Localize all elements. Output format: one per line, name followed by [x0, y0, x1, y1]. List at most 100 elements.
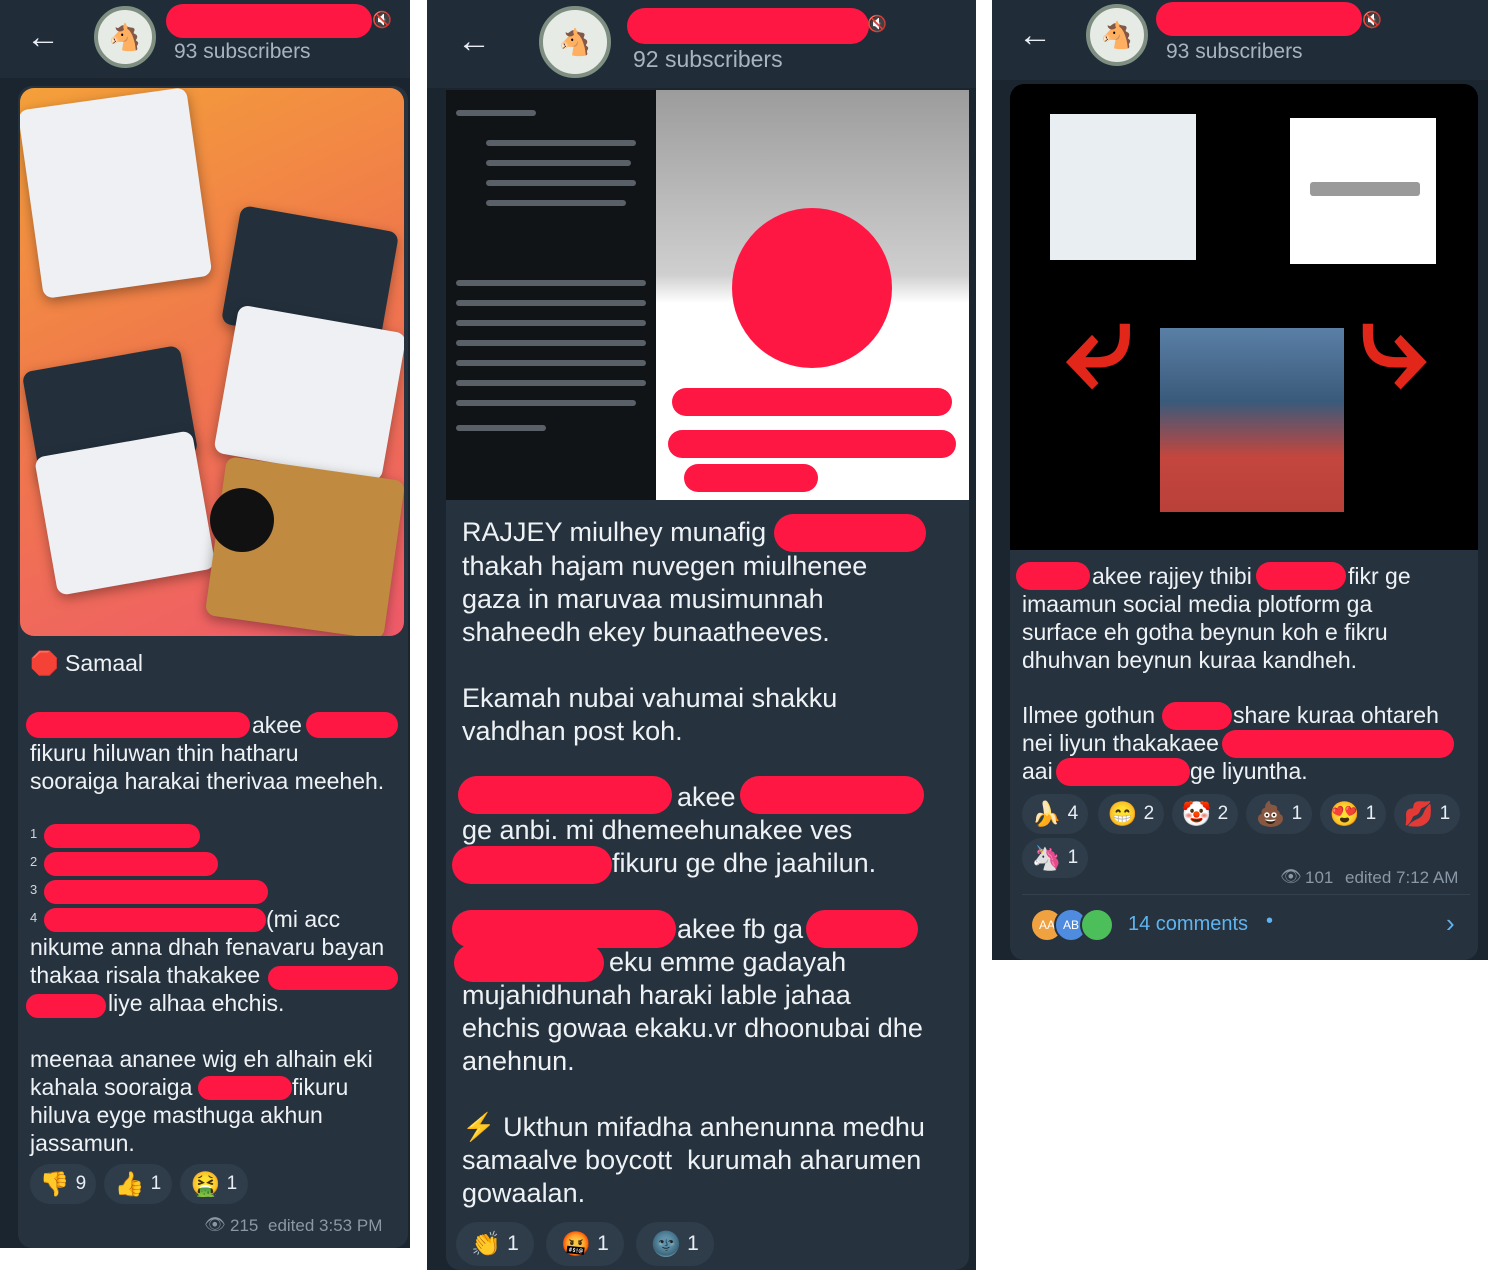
redacted-text	[458, 776, 672, 814]
blurred-text	[456, 320, 646, 326]
reaction-heart-eyes[interactable]: 😍 1	[1320, 794, 1386, 834]
post-line: akee rajjey thibi	[1092, 563, 1252, 589]
post-line: aai	[1022, 758, 1053, 784]
back-arrow-icon[interactable]: ←	[457, 24, 491, 58]
blurred-text	[456, 400, 636, 406]
post-line: nikume anna dhah fenavaru bayan	[30, 934, 385, 960]
redacted-text	[774, 514, 926, 552]
back-arrow-icon[interactable]: ←	[26, 20, 60, 54]
post-line: kahala sooraiga	[30, 1074, 193, 1100]
redacted-text	[1016, 562, 1090, 590]
post-line: mujahidhunah haraki lable jahaa	[462, 980, 851, 1010]
reaction-unicorn[interactable]: 🦄 1	[1022, 838, 1088, 878]
redacted-text	[740, 776, 924, 814]
blurred-text	[456, 300, 646, 306]
comments-bar[interactable]: AA AB 14 comments • ›	[1022, 900, 1470, 952]
redacted-channel-name	[1156, 2, 1362, 36]
chevron-right-icon[interactable]: ›	[1446, 908, 1455, 939]
post-line: shaheedh ekey bunaatheeves.	[462, 617, 830, 647]
list-number: 1	[30, 826, 38, 841]
channel-avatar[interactable]: 🐴	[1086, 4, 1148, 66]
redacted-list-item	[44, 852, 218, 876]
reaction-cursing[interactable]: 🤬 1	[546, 1222, 624, 1266]
post-line: liye alhaa ehchis.	[108, 990, 285, 1016]
reaction-nauseated[interactable]: 🤮 1	[180, 1164, 248, 1204]
lightning-icon: ⚡	[462, 1112, 496, 1142]
redacted-text	[1222, 730, 1454, 758]
blurred-text	[486, 180, 636, 186]
channel-header: ← 🐴 🔇 93 subscribers	[0, 0, 410, 78]
grinning-face-icon: 😁	[1107, 800, 1138, 828]
reaction-new-moon[interactable]: 🌚 1	[636, 1222, 714, 1266]
post-line: akee	[677, 782, 736, 812]
reaction-banana[interactable]: 🍌 4	[1022, 794, 1088, 834]
redacted-text	[306, 712, 398, 738]
post-line: imaamun social media plotform ga	[1022, 591, 1373, 617]
subscriber-count: 93 subscribers	[1166, 40, 1303, 63]
reaction-grinning[interactable]: 😁 2	[1098, 794, 1164, 834]
post-line: fikr ge	[1348, 563, 1411, 589]
redacted-text	[1162, 702, 1232, 730]
channel-avatar[interactable]: 🐴	[539, 6, 611, 78]
post-line: samaalve boycott kurumah aharumen	[462, 1145, 922, 1175]
banana-icon: 🍌	[1031, 800, 1062, 828]
blurred-text	[1310, 182, 1420, 196]
post-line: hiluva eyge masthuga akhun	[30, 1102, 323, 1128]
new-moon-face-icon: 🌚	[651, 1230, 682, 1258]
reaction-clown[interactable]: 🤡 2	[1172, 794, 1238, 834]
channel-post-panel-1: ← 🐴 🔇 93 subscribers 🛑 Samaal akee fikur…	[0, 0, 410, 1248]
reaction-poo[interactable]: 💩 1	[1246, 794, 1312, 834]
clown-face-icon: 🤡	[1181, 800, 1212, 828]
post-image-graphic[interactable]: ⤶ ⤷	[1010, 84, 1478, 550]
blurred-text	[456, 340, 646, 346]
reaction-count: 1	[150, 1173, 162, 1194]
post-heading: 🛑 Samaal	[30, 650, 143, 678]
reaction-clapping[interactable]: 👏 1	[456, 1222, 534, 1266]
post-image-collage[interactable]	[20, 88, 404, 636]
subscriber-count: 93 subscribers	[174, 40, 311, 63]
thumbs-down-icon: 👎	[39, 1170, 70, 1198]
list-number: 4	[30, 910, 38, 925]
post-line: gowaalan.	[462, 1178, 586, 1208]
post-line: akee fb ga	[677, 914, 804, 944]
reaction-thumbs-up[interactable]: 👍 1	[104, 1164, 172, 1204]
red-circle-icon: 🛑	[30, 650, 59, 676]
post-line: ge anbi. mi dhemeehunakee ves	[462, 815, 853, 845]
comments-count: 14 comments	[1128, 913, 1249, 935]
channel-header: ← 🐴 🔇 93 subscribers	[992, 0, 1488, 80]
views-eye-icon: 👁	[1280, 867, 1302, 886]
reaction-count: 2	[1143, 803, 1155, 824]
reaction-thumbs-down[interactable]: 👎 9	[30, 1164, 96, 1204]
reaction-count: 1	[1365, 803, 1377, 824]
back-arrow-icon[interactable]: ←	[1018, 18, 1052, 52]
reaction-count: 1	[1067, 847, 1079, 868]
redacted-text	[806, 910, 918, 948]
reaction-count: 1	[226, 1173, 238, 1194]
post-line: sooraiga harakai therivaa meeheh.	[30, 768, 385, 794]
post-line: ⚡ Ukthun mifadha anhenunna medhu	[462, 1111, 925, 1143]
subscriber-count: 92 subscribers	[633, 46, 783, 72]
commenter-avatar	[1080, 908, 1114, 942]
views-eye-icon: 👁	[204, 1215, 226, 1234]
view-count: 101	[1305, 868, 1334, 887]
redacted-text	[452, 846, 612, 884]
reaction-count: 1	[687, 1232, 699, 1255]
blurred-person-photo	[1160, 328, 1344, 512]
view-count: 215	[230, 1216, 259, 1235]
redacted-circle	[732, 208, 892, 368]
thumbs-up-icon: 👍	[114, 1170, 145, 1198]
redacted-text	[672, 388, 952, 416]
post-line: Ilmee gothun	[1022, 702, 1155, 728]
blurred-text	[456, 110, 536, 116]
channel-avatar[interactable]: 🐴	[94, 6, 156, 68]
reaction-kiss[interactable]: 💋 1	[1394, 794, 1460, 834]
post-screenshot-image[interactable]	[446, 90, 969, 500]
post-line: surface eh gotha beynun koh e fikru	[1022, 619, 1388, 645]
blurred-text	[456, 280, 646, 286]
post-line: gaza in maruvaa musimunnah	[462, 584, 824, 614]
post-line-text: Ukthun mifadha anhenunna medhu	[503, 1112, 925, 1142]
post-line: fikuru ge dhe jaahilun.	[612, 848, 877, 878]
post-line: vahdhan post koh.	[462, 716, 683, 746]
redacted-text	[668, 430, 956, 458]
heading-text: Samaal	[65, 650, 144, 676]
